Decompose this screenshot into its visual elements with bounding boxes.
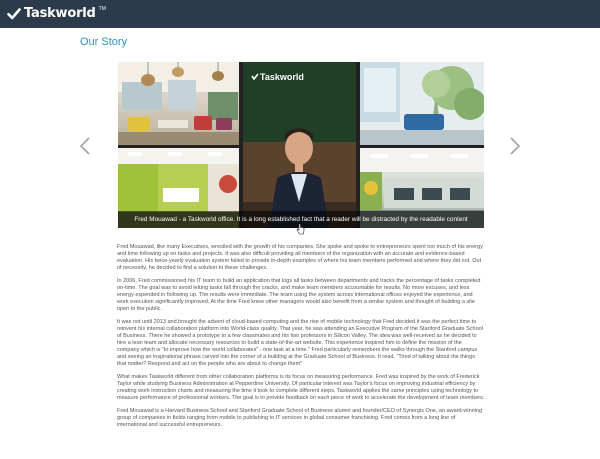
our-story-text: Fred Mouawad, like many Executives, wres…	[117, 244, 485, 435]
founder-portrait-photo: Taskworld	[243, 62, 356, 228]
office-lounge-photo	[118, 62, 239, 145]
story-paragraph: Fred Mouawad is a Harvard Business Schoo…	[117, 408, 483, 428]
taskworld-logo[interactable]: Taskworld TM	[7, 6, 106, 21]
photo-carousel[interactable]: Taskworld	[118, 62, 484, 228]
story-paragraph: In 2006, Fred commissioned his IT team t…	[117, 278, 481, 312]
logo-trademark: TM	[98, 5, 106, 12]
chevron-right-icon[interactable]	[508, 136, 522, 156]
tree-mural-office-photo	[360, 62, 484, 145]
page-title: Our Story	[80, 36, 128, 48]
taskworld-wall-sign: Taskworld	[260, 72, 304, 82]
checkmark-logo-icon	[7, 7, 21, 19]
top-bar: Taskworld TM	[0, 0, 600, 28]
story-paragraph: Fred Mouawad, like many Executives, wres…	[117, 244, 483, 271]
hand-cursor-icon	[296, 223, 305, 235]
logo-wordmark: Taskworld	[24, 6, 96, 21]
chevron-left-icon[interactable]	[78, 136, 92, 156]
story-paragraph: What makes Taskworld different from othe…	[117, 374, 485, 401]
story-paragraph: It was not until 2013 and brought the ad…	[117, 319, 483, 367]
